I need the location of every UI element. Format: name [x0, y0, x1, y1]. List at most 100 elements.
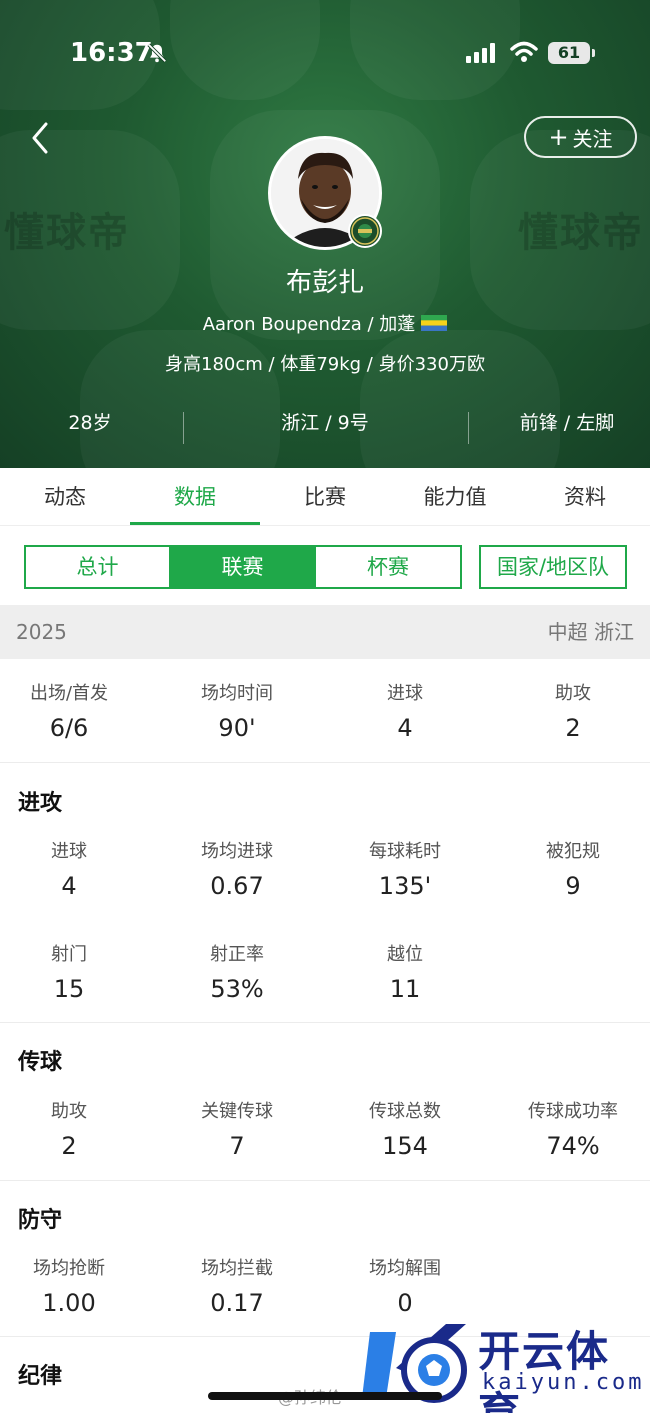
player-physical: 身高180cm / 体重79kg / 身价330万欧 [165, 354, 485, 375]
club-badge-icon [348, 214, 382, 248]
stat-label: 射正率 [210, 944, 264, 965]
segment-national-team[interactable]: 国家/地区队 [479, 545, 627, 589]
active-tab-indicator [130, 522, 260, 525]
stat-value: 135' [378, 872, 432, 900]
segment-total[interactable]: 总计 [24, 545, 171, 589]
stat-value: 4 [397, 714, 413, 742]
segment-cup[interactable]: 杯赛 [314, 545, 462, 589]
status-bar: 16:37 61 [0, 0, 650, 100]
stat-label: 关键传球 [201, 1101, 273, 1122]
bell-muted-icon [147, 43, 167, 63]
home-indicator[interactable] [208, 1392, 442, 1400]
follow-button[interactable]: + 关注 [524, 116, 637, 158]
section-title-discipline: 纪律 [18, 1364, 63, 1389]
stat-label: 场均时间 [201, 683, 273, 704]
stat-goals-per-game: 场均进球 0.67 [156, 840, 318, 902]
stat-value: 53% [210, 975, 264, 1003]
stat-clearances-per-game: 场均解围 0 [324, 1257, 486, 1319]
tab-data[interactable]: 数据 [130, 468, 260, 526]
stat-pass-accuracy: 传球成功率 74% [492, 1100, 650, 1162]
stat-pass-assists: 助攻 2 [0, 1100, 150, 1162]
stat-interceptions-per-game: 场均拦截 0.17 [156, 1257, 318, 1319]
stat-value: 0.67 [210, 872, 264, 900]
cellular-signal-icon [466, 43, 495, 63]
player-name: 布彭扎 [285, 268, 364, 298]
player-header: 懂球帝 懂球帝 16:37 61 + 关注 布彭扎 Aaron Boupendz… [0, 0, 650, 468]
stat-value: 154 [382, 1132, 428, 1160]
player-age: 28岁 [68, 412, 112, 434]
stat-label: 进球 [51, 841, 87, 862]
stat-value: 9 [565, 872, 581, 900]
stat-assists: 助攻 2 [492, 682, 650, 744]
segment-league[interactable]: 联赛 [169, 545, 316, 589]
section-title-attack: 进攻 [18, 791, 63, 816]
stat-value: 15 [53, 975, 85, 1003]
tab-ability[interactable]: 能力值 [390, 468, 520, 526]
stat-label: 射门 [51, 944, 87, 965]
stat-value: 2 [565, 714, 581, 742]
tab-matches[interactable]: 比赛 [260, 468, 390, 526]
stat-avg-minutes: 场均时间 90' [156, 682, 318, 744]
stat-label: 助攻 [555, 683, 591, 704]
stat-value: 6/6 [49, 714, 89, 742]
season-bar: 2025 中超 浙江 [0, 605, 650, 659]
divider [468, 412, 469, 444]
battery-indicator: 61 [548, 42, 590, 64]
back-button[interactable] [22, 118, 58, 158]
stat-label: 场均解围 [369, 1258, 441, 1279]
wifi-icon [510, 41, 538, 62]
divider [0, 762, 650, 763]
player-team-number: 浙江 / 9号 [281, 412, 369, 434]
stat-label: 场均拦截 [201, 1258, 273, 1279]
section-title-defense: 防守 [18, 1208, 63, 1233]
brand-name-cn: 开云体育 [478, 1327, 611, 1413]
stat-value: 74% [546, 1132, 600, 1160]
stat-shot-accuracy: 射正率 53% [156, 943, 318, 1005]
stat-label: 进球 [387, 683, 423, 704]
stat-label: 每球耗时 [369, 841, 441, 862]
stat-label: 出场/首发 [29, 683, 109, 704]
stat-label: 传球总数 [369, 1101, 441, 1122]
stat-appearances: 出场/首发 6/6 [0, 682, 150, 744]
player-en-country: Aaron Boupendza / 加蓬 [202, 314, 416, 335]
stat-label: 场均进球 [201, 841, 273, 862]
section-title-passing: 传球 [18, 1050, 63, 1075]
player-position-foot: 前锋 / 左脚 [519, 412, 615, 434]
watermark-left: 懂球帝 [4, 210, 130, 256]
season-competition[interactable]: 中超 浙江 [548, 605, 634, 659]
stat-value: 4 [61, 872, 77, 900]
watermark-right: 懂球帝 [518, 210, 644, 256]
stat-value: 90' [218, 714, 256, 742]
divider [0, 1022, 650, 1023]
battery-tip [592, 49, 595, 57]
divider [183, 412, 184, 444]
stat-total-passes: 传球总数 154 [324, 1100, 486, 1162]
stat-value: 7 [229, 1132, 245, 1160]
plus-icon: + [548, 123, 569, 151]
season-year: 2025 [16, 620, 67, 644]
stat-value: 2 [61, 1132, 77, 1160]
stat-fouled: 被犯规 9 [492, 840, 650, 902]
stat-label: 传球成功率 [528, 1101, 618, 1122]
divider [0, 1180, 650, 1181]
stat-minutes-per-goal: 每球耗时 135' [324, 840, 486, 902]
stat-attack-goals: 进球 4 [0, 840, 150, 902]
stat-key-passes: 关键传球 7 [156, 1100, 318, 1162]
stat-label: 被犯规 [546, 841, 600, 862]
stat-goals: 进球 4 [324, 682, 486, 744]
player-info-row: 28岁 浙江 / 9号 前锋 / 左脚 [0, 408, 650, 444]
tab-profile[interactable]: 资料 [520, 468, 650, 526]
stat-label: 越位 [387, 944, 423, 965]
stat-tackles-per-game: 场均抢断 1.00 [0, 1257, 150, 1319]
stat-label: 场均抢断 [33, 1258, 105, 1279]
stat-offsides: 越位 11 [324, 943, 486, 1005]
follow-label: 关注 [572, 126, 613, 151]
stat-label: 助攻 [51, 1101, 87, 1122]
status-time: 16:37 [70, 38, 153, 68]
tab-dynamics[interactable]: 动态 [0, 468, 130, 526]
player-subtitle: Aaron Boupendza / 加蓬 [0, 310, 650, 336]
stat-value: 0.17 [210, 1289, 264, 1317]
stat-value: 11 [389, 975, 421, 1003]
stat-value: 1.00 [42, 1289, 96, 1317]
stat-shots: 射门 15 [0, 943, 150, 1005]
